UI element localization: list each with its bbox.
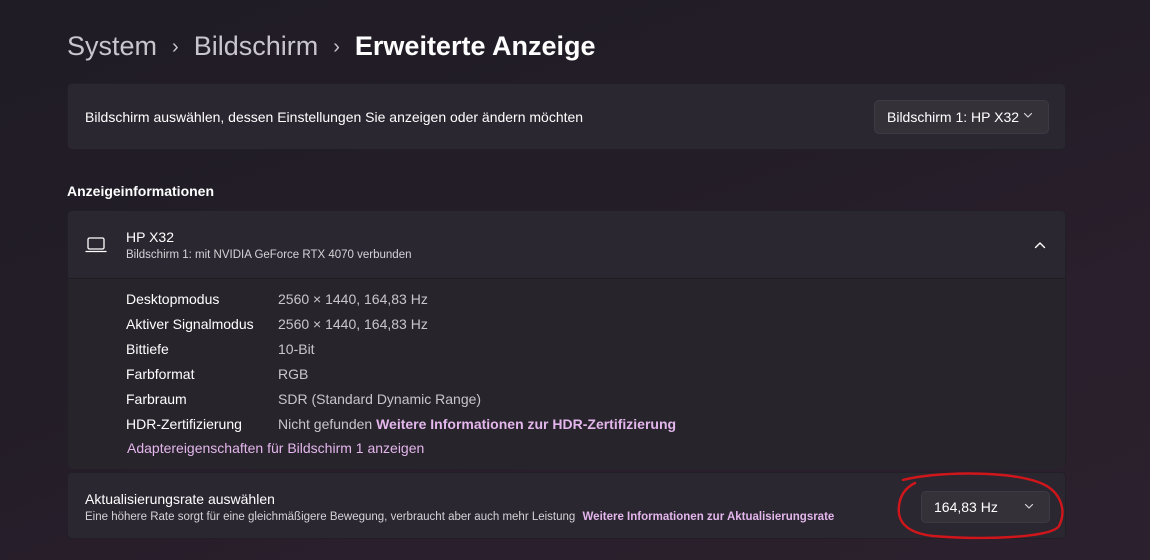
chevron-down-icon — [1023, 112, 1033, 118]
info-value: Nicht gefunden Weitere Informationen zur… — [278, 416, 676, 432]
display-info-details: Desktopmodus 2560 × 1440, 164,83 Hz Akti… — [68, 279, 1065, 469]
info-key: HDR-Zertifizierung — [126, 416, 242, 432]
chevron-up-icon[interactable] — [1033, 238, 1047, 252]
monitor-name: HP X32 — [126, 229, 174, 245]
chevron-right-icon: › — [333, 35, 340, 58]
info-key: Bittiefe — [126, 341, 169, 357]
breadcrumb-item-system[interactable]: System — [67, 31, 157, 62]
refresh-rate-description-text: Eine höhere Rate sorgt für eine gleichmä… — [85, 511, 576, 523]
info-value: SDR (Standard Dynamic Range) — [278, 391, 482, 407]
display-select-card: Bildschirm auswählen, dessen Einstellung… — [67, 83, 1066, 150]
breadcrumb: System › Bildschirm › Erweiterte Anzeige — [67, 26, 595, 66]
info-value: 10-Bit — [278, 341, 315, 357]
info-value: 2560 × 1440, 164,83 Hz — [278, 291, 428, 307]
info-value: 2560 × 1440, 164,83 Hz — [278, 316, 428, 332]
hdr-info-link[interactable]: Weitere Informationen zur HDR-Zertifizie… — [376, 416, 676, 432]
chevron-right-icon: › — [172, 35, 179, 58]
laptop-icon — [85, 237, 107, 253]
monitor-subtitle: Bildschirm 1: mit NVIDIA GeForce RTX 407… — [126, 249, 412, 261]
chevron-down-icon — [1024, 503, 1034, 509]
info-key: Farbformat — [126, 366, 195, 382]
info-value: RGB — [278, 366, 309, 382]
refresh-rate-info-link[interactable]: Weitere Informationen zur Aktualisierung… — [583, 511, 835, 523]
display-info-header[interactable]: HP X32 Bildschirm 1: mit NVIDIA GeForce … — [68, 211, 1065, 279]
section-title-display-info: Anzeigeinformationen — [67, 183, 215, 199]
display-select-dropdown[interactable]: Bildschirm 1: HP X32 — [874, 100, 1049, 134]
refresh-rate-dropdown[interactable]: 164,83 Hz — [921, 491, 1050, 523]
info-key: Farbraum — [126, 391, 187, 407]
refresh-rate-card: Aktualisierungsrate auswählen Eine höher… — [67, 472, 1066, 539]
page-title: Erweiterte Anzeige — [354, 30, 596, 61]
hdr-status: Nicht gefunden — [278, 416, 373, 432]
info-key: Aktiver Signalmodus — [126, 316, 254, 332]
adapter-properties-link[interactable]: Adaptereigenschaften für Bildschirm 1 an… — [127, 440, 424, 456]
display-select-value: Bildschirm 1: HP X32 — [887, 109, 1020, 125]
display-select-label: Bildschirm auswählen, dessen Einstellung… — [85, 109, 584, 125]
breadcrumb-item-bildschirm[interactable]: Bildschirm — [194, 31, 319, 62]
info-key: Desktopmodus — [126, 291, 220, 307]
refresh-rate-title: Aktualisierungsrate auswählen — [85, 491, 275, 507]
display-info-card: HP X32 Bildschirm 1: mit NVIDIA GeForce … — [67, 210, 1066, 469]
refresh-rate-value: 164,83 Hz — [934, 499, 998, 515]
refresh-rate-description: Eine höhere Rate sorgt für eine gleichmä… — [85, 511, 834, 523]
